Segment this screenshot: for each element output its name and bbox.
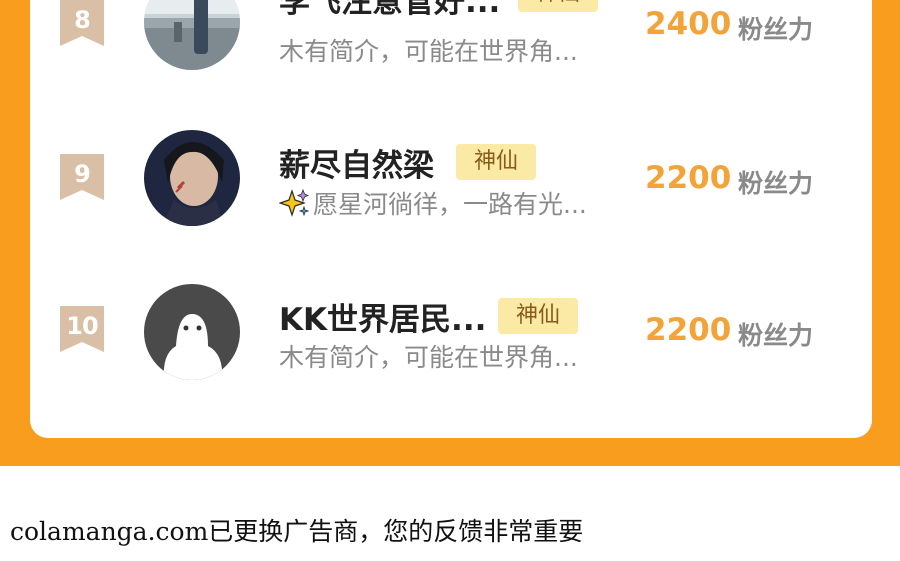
ranking-row[interactable]: 8 李飞注意管好... 神仙 木有简介，可能在世界角... 2400 粉丝力 [30,0,872,84]
rank-badge: 9 [60,154,104,200]
ranking-row[interactable]: 9 薪尽自然梁 神仙 愿星河徜徉，一路有光... 2200 粉丝力 [30,128,872,238]
fan-score: 2200 [645,160,732,196]
avatar[interactable] [144,0,240,70]
ad-notice: colamanga.com已更换广告商，您的反馈非常重要 [10,517,584,546]
rank-number: 9 [74,160,91,188]
avatar[interactable] [144,130,240,226]
rank-badge: 8 [60,0,104,46]
default-avatar-icon [144,284,240,380]
user-bio: 木有简介，可能在世界角... [279,37,578,66]
level-tag: 神仙 [456,144,537,180]
user-bio-text: 愿星河徜徉，一路有光... [313,190,587,219]
fan-score-unit: 粉丝力 [738,321,814,350]
user-bio: 木有简介，可能在世界角... [279,343,578,372]
rank-badge: 10 [60,306,104,352]
ranking-row[interactable]: 10 KK世界居民... 神仙 木有简介，可能在世界角... 2200 粉丝力 [30,282,872,392]
user-name[interactable]: KK世界居民... [279,294,486,339]
level-tag: 神仙 [518,0,599,12]
ranking-card: 8 李飞注意管好... 神仙 木有简介，可能在世界角... 2400 粉丝力 [30,0,872,438]
fan-score-unit: 粉丝力 [738,169,814,198]
fan-score: 2200 [645,312,732,348]
user-bio: 愿星河徜徉，一路有光... [278,185,587,221]
rank-number: 8 [74,6,91,34]
avatar[interactable] [144,284,240,380]
user-name[interactable]: 薪尽自然梁 [279,140,434,185]
fan-score-unit: 粉丝力 [738,15,814,44]
sparkle-icon [278,188,310,217]
user-name[interactable]: 李飞注意管好... [279,0,500,21]
ranking-frame: 8 李飞注意管好... 神仙 木有简介，可能在世界角... 2400 粉丝力 [0,0,900,466]
fan-score: 2400 [645,6,732,42]
rank-number: 10 [66,312,98,340]
level-tag: 神仙 [498,298,579,334]
